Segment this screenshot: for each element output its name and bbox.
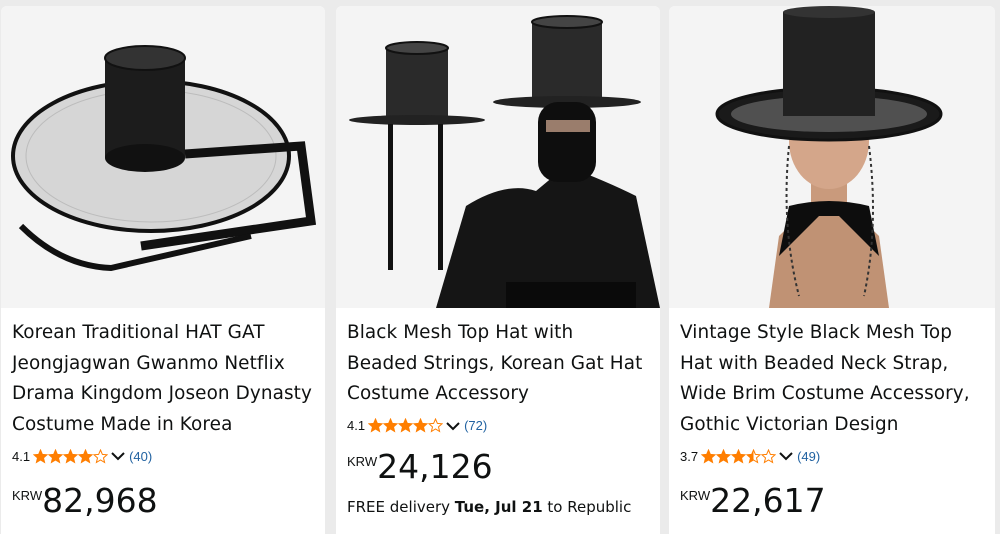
star-full-icon (413, 418, 429, 433)
price-currency: KRW (347, 453, 378, 469)
star-half-icon (746, 448, 762, 464)
delivery-suffix: to Republic (542, 497, 632, 516)
price: KRW 24,126 (347, 446, 649, 486)
star-full-icon (48, 448, 64, 464)
product-image[interactable] (1, 6, 325, 308)
review-count-link[interactable]: (49) (797, 449, 820, 464)
product-image[interactable] (669, 6, 995, 308)
chevron-down-icon[interactable] (778, 449, 794, 463)
star-rating[interactable] (701, 448, 777, 464)
star-full-icon (78, 448, 94, 464)
star-full-icon (33, 448, 49, 464)
product-title[interactable]: Korean Traditional HAT GAT Jeongjagwan G… (12, 318, 314, 440)
rating-row[interactable]: 4.1 (40) (12, 446, 314, 466)
rating-number: 4.1 (347, 418, 366, 433)
price-amount: 22,617 (710, 481, 826, 520)
star-empty-icon (428, 418, 444, 433)
price-amount: 82,968 (42, 481, 158, 520)
star-empty-icon (761, 448, 777, 464)
star-full-icon (368, 418, 384, 433)
chevron-down-icon[interactable] (110, 449, 126, 463)
price-amount: 24,126 (377, 446, 493, 486)
delivery-date: Tue, Jul 21 (454, 497, 543, 516)
star-full-icon (63, 448, 79, 464)
product-card[interactable]: Black Mesh Top Hat with Beaded Strings, … (336, 6, 660, 534)
star-full-icon (701, 448, 717, 464)
product-image[interactable] (336, 6, 660, 308)
review-count-link[interactable]: (40) (129, 449, 152, 464)
price-currency: KRW (12, 488, 43, 503)
chevron-down-icon[interactable] (445, 419, 461, 433)
review-count-link[interactable]: (72) (464, 418, 487, 433)
rating-number: 4.1 (12, 448, 31, 464)
price: KRW 82,968 (12, 484, 314, 518)
product-title[interactable]: Black Mesh Top Hat with Beaded Strings, … (347, 318, 649, 410)
rating-row[interactable]: 4.1 (72) (347, 416, 649, 436)
rating-number: 3.7 (680, 448, 699, 464)
product-title[interactable]: Vintage Style Black Mesh Top Hat with Be… (680, 318, 984, 440)
delivery-prefix: FREE delivery (347, 497, 455, 516)
star-empty-icon (93, 448, 109, 464)
star-full-icon (383, 418, 399, 433)
star-full-icon (398, 418, 414, 433)
product-card[interactable]: Korean Traditional HAT GAT Jeongjagwan G… (1, 6, 325, 534)
gat-hat-flat-icon (1, 6, 325, 308)
star-rating[interactable] (33, 448, 109, 464)
star-full-icon (716, 448, 732, 464)
rating-row[interactable]: 3.7 (49) (680, 446, 984, 466)
gat-hat-costume-icon (336, 6, 660, 308)
star-rating[interactable] (368, 418, 444, 433)
price-currency: KRW (680, 488, 711, 503)
gat-hat-mannequin-icon (669, 6, 995, 308)
delivery-info: FREE delivery Tue, Jul 21 to Republic (347, 498, 649, 516)
star-full-icon (731, 448, 747, 464)
product-card[interactable]: Vintage Style Black Mesh Top Hat with Be… (669, 6, 995, 534)
price: KRW 22,617 (680, 484, 984, 518)
